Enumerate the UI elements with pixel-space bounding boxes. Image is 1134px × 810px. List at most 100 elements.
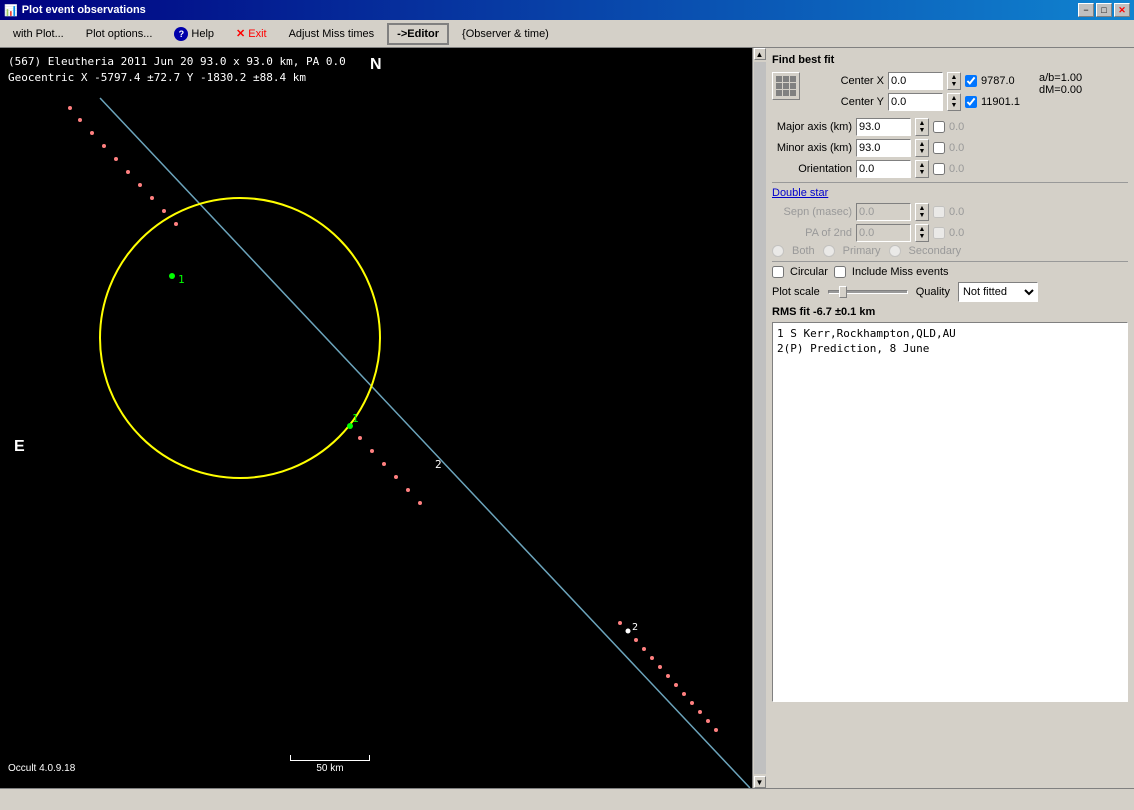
both-radio[interactable]: [772, 245, 784, 257]
center-y-spin[interactable]: ▲▼: [947, 93, 961, 111]
center-x-label: Center X: [804, 75, 884, 87]
quality-select[interactable]: Not fitted: [958, 282, 1038, 302]
svg-text:1: 1: [178, 273, 185, 286]
help-menu[interactable]: ? Help: [165, 23, 223, 45]
primary-radio[interactable]: [823, 245, 835, 257]
secondary-radio[interactable]: [889, 245, 901, 257]
orientation-spin[interactable]: ▲▼: [915, 160, 929, 178]
pa2nd-label: PA of 2nd: [772, 227, 852, 239]
plot-options-menu[interactable]: Plot options...: [77, 23, 162, 45]
observer-time-menu[interactable]: {Observer & time): [453, 23, 558, 45]
sepn-row: Sepn (masec) ▲▼ 0.0: [772, 203, 1128, 221]
major-axis-label: Major axis (km): [772, 121, 852, 133]
scroll-up-button[interactable]: ▲: [754, 48, 766, 60]
title-bar-text: Plot event observations: [22, 4, 146, 16]
sepn-checkbox[interactable]: [933, 206, 945, 218]
minimize-button[interactable]: −: [1078, 3, 1094, 17]
scroll-track: [754, 62, 766, 774]
plot-quality-row: Plot scale Quality Not fitted: [772, 282, 1128, 302]
svg-text:2: 2: [632, 622, 638, 633]
orientation-input[interactable]: [856, 160, 911, 178]
separator-2: [772, 261, 1128, 262]
include-miss-label: Include Miss events: [852, 266, 949, 278]
minor-axis-label: Minor axis (km): [772, 142, 852, 154]
menu-bar: with Plot... Plot options... ? Help ✕ Ex…: [0, 20, 1134, 48]
center-y-label: Center Y: [804, 96, 884, 108]
plot-svg: 1 1 2 2: [0, 48, 752, 788]
svg-text:1: 1: [352, 412, 359, 425]
pa2nd-spin[interactable]: ▲▼: [915, 224, 929, 242]
obs-item-1: 1 S Kerr,Rockhampton,QLD,AU: [777, 327, 1123, 340]
orientation-row: Orientation ▲▼ 0.0: [772, 160, 1128, 178]
main-content: (567) Eleutheria 2011 Jun 20 93.0 x 93.0…: [0, 48, 1134, 788]
plot-scale-slider[interactable]: [828, 290, 908, 294]
app-icon: 📊: [4, 4, 18, 17]
pa2nd-row: PA of 2nd ▲▼ 0.0: [772, 224, 1128, 242]
plot-scrollbar[interactable]: ▲ ▼: [752, 48, 766, 788]
status-bar: [0, 788, 1134, 810]
exit-menu[interactable]: ✕ Exit: [227, 23, 276, 45]
center-y-checkbox[interactable]: [965, 96, 977, 108]
orientation-label: Orientation: [772, 163, 852, 175]
ratio-display: a/b=1.00 dM=0.00: [1035, 72, 1082, 96]
help-icon: ?: [174, 27, 188, 41]
plot-area[interactable]: (567) Eleutheria 2011 Jun 20 93.0 x 93.0…: [0, 48, 752, 788]
center-y-input[interactable]: [888, 93, 943, 111]
rms-label: RMS fit -6.7 ±0.1 km: [772, 306, 1128, 318]
both-label: Both: [792, 245, 815, 257]
star-radio-row: Both Primary Secondary: [772, 245, 1128, 257]
orientation-fit-value: 0.0: [949, 163, 999, 175]
status-text: [4, 794, 7, 805]
circular-checkbox[interactable]: [772, 266, 784, 278]
major-axis-fit-value: 0.0: [949, 121, 999, 133]
minor-axis-row: Minor axis (km) ▲▼ 0.0: [772, 139, 1128, 157]
double-star-link[interactable]: Double star: [772, 187, 1128, 199]
close-button[interactable]: ✕: [1114, 3, 1130, 17]
separator-1: [772, 182, 1128, 183]
center-x-spin[interactable]: ▲▼: [947, 72, 961, 90]
secondary-label: Secondary: [909, 245, 962, 257]
minor-axis-checkbox[interactable]: [933, 142, 945, 154]
minor-axis-fit-value: 0.0: [949, 142, 999, 154]
major-axis-checkbox[interactable]: [933, 121, 945, 133]
exit-icon: ✕: [236, 27, 245, 40]
major-axis-spin[interactable]: ▲▼: [915, 118, 929, 136]
pa2nd-fit-value: 0.0: [949, 227, 999, 239]
adjust-miss-times-menu[interactable]: Adjust Miss times: [280, 23, 384, 45]
center-x-fit-value: 9787.0: [981, 75, 1031, 87]
primary-label: Primary: [843, 245, 881, 257]
circular-label: Circular: [790, 266, 828, 278]
observation-list: 1 S Kerr,Rockhampton,QLD,AU 2(P) Predict…: [772, 322, 1128, 702]
sepn-input[interactable]: [856, 203, 911, 221]
scroll-down-button[interactable]: ▼: [754, 776, 766, 788]
sepn-fit-value: 0.0: [949, 206, 999, 218]
scale-text: 50 km: [316, 763, 343, 774]
scale-line: [290, 755, 370, 761]
editor-menu[interactable]: ->Editor: [387, 23, 449, 45]
center-y-fit-value: 11901.1: [981, 96, 1031, 108]
quality-label: Quality: [916, 286, 950, 298]
sepn-spin[interactable]: ▲▼: [915, 203, 929, 221]
center-x-checkbox[interactable]: [965, 75, 977, 87]
orientation-checkbox[interactable]: [933, 163, 945, 175]
pa2nd-input[interactable]: [856, 224, 911, 242]
fit-grid-icon[interactable]: [772, 72, 800, 100]
major-axis-row: Major axis (km) ▲▼ 0.0: [772, 118, 1128, 136]
center-y-row: Center Y ▲▼ 11901.1: [804, 93, 1031, 111]
obs-item-2: 2(P) Prediction, 8 June: [777, 342, 1123, 355]
title-bar: 📊 Plot event observations − □ ✕: [0, 0, 1134, 20]
slider-thumb[interactable]: [839, 286, 847, 298]
version-label: Occult 4.0.9.18: [8, 763, 75, 774]
maximize-button[interactable]: □: [1096, 3, 1112, 17]
major-axis-input[interactable]: [856, 118, 911, 136]
pa2nd-checkbox[interactable]: [933, 227, 945, 239]
minor-axis-input[interactable]: [856, 139, 911, 157]
svg-text:2: 2: [435, 458, 442, 471]
minor-axis-spin[interactable]: ▲▼: [915, 139, 929, 157]
include-miss-checkbox[interactable]: [834, 266, 846, 278]
center-x-row: Center X ▲▼ 9787.0: [804, 72, 1031, 90]
options-row: Circular Include Miss events: [772, 266, 1128, 278]
find-best-fit-title: Find best fit: [772, 54, 1128, 66]
center-x-input[interactable]: [888, 72, 943, 90]
with-plot-menu[interactable]: with Plot...: [4, 23, 73, 45]
